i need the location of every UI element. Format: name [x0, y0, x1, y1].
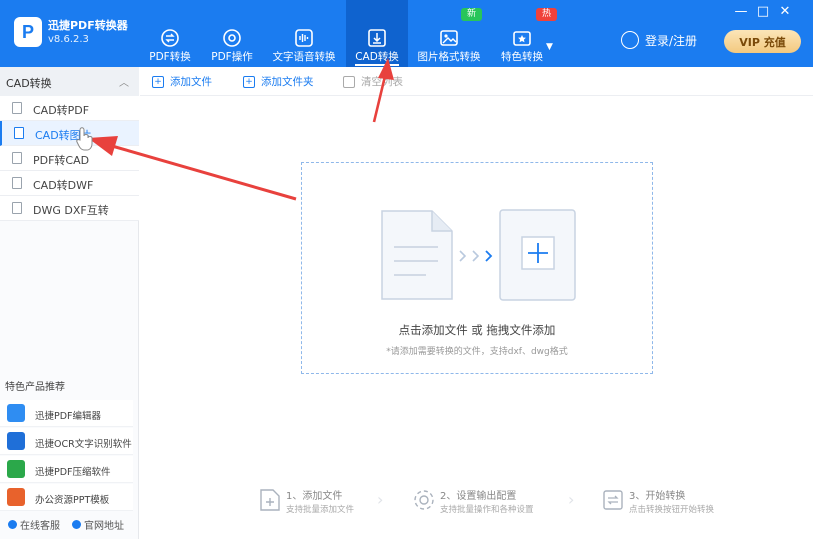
add-file-label: 添加文件 — [170, 76, 212, 88]
file-to-add-illustration — [381, 209, 576, 301]
trash-icon — [343, 75, 355, 88]
website-label: 官网地址 — [84, 521, 124, 532]
app-version: v8.6.2.3 — [48, 34, 89, 45]
tab-text-voice[interactable]: 文字语音转换 — [272, 0, 336, 67]
image-file-icon — [14, 127, 24, 139]
new-badge: 新 — [461, 8, 483, 21]
sidebar-item-label: CAD转DWF — [33, 179, 94, 192]
sidebar-item-label: DWG DXF互转 — [33, 204, 109, 217]
product-label: 办公资源PPT模板 — [35, 495, 110, 506]
top-bar: P 迅捷PDF转换器 v8.6.2.3 PDF转换 PDF操作 文字语音转换 C… — [0, 0, 813, 67]
file-icon — [12, 152, 22, 164]
step-desc: 点击转换按钮开始转换 — [629, 505, 715, 515]
login-button[interactable]: 登录/注册 — [621, 31, 697, 49]
product-label: 迅捷PDF压缩软件 — [35, 467, 111, 478]
user-icon — [621, 31, 639, 49]
tab-label: 文字语音转换 — [272, 51, 336, 63]
sidebar-footer: 在线客服 官网地址 — [8, 517, 124, 532]
sidebar-item-cad-to-dwf[interactable]: CAD转DWF — [0, 171, 139, 196]
online-service-link[interactable]: 在线客服 — [8, 517, 60, 532]
image-icon — [440, 30, 458, 46]
hot-badge: 热 — [536, 8, 558, 21]
step-title: 3、开始转换 — [629, 491, 686, 502]
ocr-icon — [7, 432, 25, 450]
audio-wave-icon — [295, 29, 313, 47]
restore-button[interactable]: □ — [755, 4, 771, 19]
chevron-right-icon: › — [568, 490, 575, 509]
sidebar-item-cad-to-pdf[interactable]: CAD转PDF — [0, 96, 139, 121]
tab-label: CAD转换 — [355, 49, 399, 66]
product-ocr[interactable]: 迅捷OCR文字识别软件 — [0, 428, 133, 455]
tab-label: 图片格式转换 — [417, 51, 481, 63]
chevron-up-icon[interactable]: ︿ — [119, 74, 129, 89]
clear-list-label: 清空列表 — [361, 76, 403, 88]
add-file-button[interactable]: + 添加文件 — [152, 74, 212, 89]
clear-list-button[interactable]: 清空列表 — [343, 74, 403, 89]
online-service-label: 在线客服 — [20, 521, 60, 532]
add-folder-button[interactable]: + 添加文件夹 — [243, 74, 314, 89]
tab-label: PDF转换 — [149, 51, 191, 63]
file-icon — [12, 177, 22, 189]
file-plus-icon — [260, 489, 280, 511]
file-icon — [12, 202, 22, 214]
product-pdf-compress[interactable]: 迅捷PDF压缩软件 — [0, 456, 133, 483]
chevron-right-icon: › — [377, 490, 384, 509]
product-label: 迅捷OCR文字识别软件 — [35, 439, 132, 450]
app-logo: P — [14, 17, 42, 47]
tab-pdf-convert[interactable]: PDF转换 — [146, 0, 194, 67]
add-file-icon: + — [152, 75, 164, 88]
product-label: 迅捷PDF编辑器 — [35, 411, 102, 422]
sidebar-section-header[interactable]: CAD转换 ︿ — [0, 67, 139, 96]
ppt-icon — [7, 488, 25, 506]
featured-products-title: 特色产品推荐 — [5, 382, 65, 393]
close-button[interactable]: ✕ — [777, 4, 793, 19]
sidebar-item-dwg-dxf[interactable]: DWG DXF互转 — [0, 196, 139, 221]
file-drop-zone[interactable]: 点击添加文件 或 拖拽文件添加 *请添加需要转换的文件，支持dxf、dwg格式 — [301, 162, 653, 374]
sidebar: CAD转换 ︿ CAD转PDF CAD转图片 PDF转CAD CAD转DWF D… — [0, 67, 139, 539]
tab-cad-convert[interactable]: CAD转换 — [346, 0, 408, 67]
step-desc: 支持批量添加文件 — [286, 505, 355, 515]
vip-recharge-button[interactable]: VIP 充值 — [724, 30, 801, 53]
sidebar-item-label: CAD转图片 — [35, 129, 92, 142]
headset-icon — [8, 520, 17, 529]
sidebar-item-label: PDF转CAD — [33, 154, 90, 167]
chevron-down-icon[interactable]: ▼ — [546, 42, 553, 52]
add-folder-icon: + — [243, 75, 255, 88]
product-pdf-editor[interactable]: 迅捷PDF编辑器 — [0, 400, 133, 427]
convert-icon — [603, 490, 623, 510]
drop-zone-instruction: 点击添加文件 或 拖拽文件添加 — [398, 323, 556, 337]
tab-pdf-operate[interactable]: PDF操作 — [208, 0, 256, 67]
pdf-compress-icon — [7, 460, 25, 478]
minimize-button[interactable]: — — [733, 4, 749, 19]
drop-zone-hint: *请添加需要转换的文件，支持dxf、dwg格式 — [386, 347, 568, 357]
tab-label: PDF操作 — [211, 51, 253, 63]
step-title: 1、添加文件 — [286, 491, 343, 502]
cad-download-icon — [368, 29, 386, 47]
step-desc: 支持批量操作和各种设置 — [440, 505, 534, 515]
file-icon — [12, 102, 22, 114]
login-label: 登录/注册 — [645, 33, 698, 48]
step-title: 2、设置输出配置 — [440, 491, 517, 502]
sidebar-item-pdf-to-cad[interactable]: PDF转CAD — [0, 146, 139, 171]
browser-icon — [72, 520, 81, 529]
add-folder-label: 添加文件夹 — [261, 76, 314, 88]
app-name: 迅捷PDF转换器 — [48, 19, 128, 32]
feature-icon — [513, 31, 531, 46]
product-ppt-templates[interactable]: 办公资源PPT模板 — [0, 484, 133, 511]
sidebar-item-cad-to-image[interactable]: CAD转图片 — [0, 121, 139, 146]
sidebar-section-title: CAD转换 — [6, 77, 52, 90]
gear-icon — [414, 490, 434, 510]
pdf-operate-icon — [223, 29, 241, 47]
website-link[interactable]: 官网地址 — [72, 517, 124, 532]
pdf-editor-icon — [7, 404, 25, 422]
tab-label: 特色转换 — [501, 51, 543, 63]
pdf-convert-icon — [161, 29, 179, 47]
sidebar-item-label: CAD转PDF — [33, 104, 90, 117]
toolbar: + 添加文件 + 添加文件夹 清空列表 — [140, 67, 813, 96]
